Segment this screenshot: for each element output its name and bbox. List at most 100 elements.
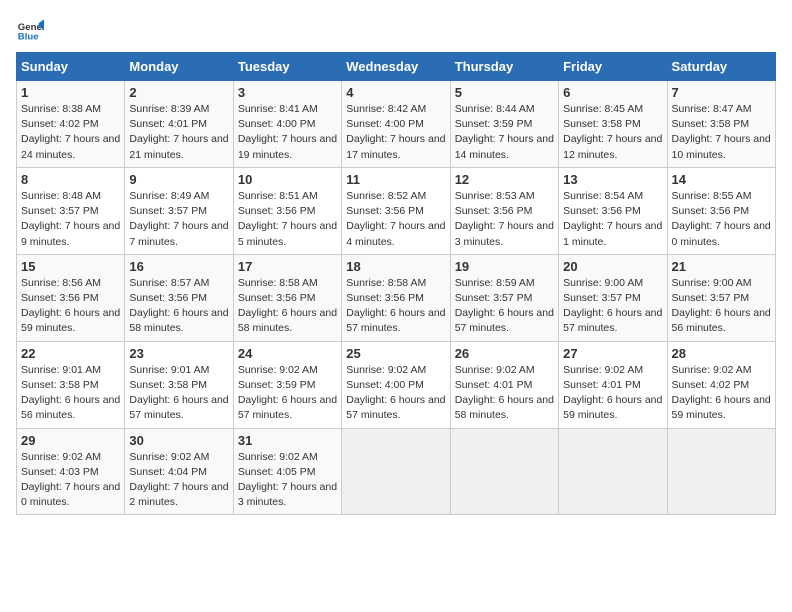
logo: General Blue <box>16 16 44 44</box>
calendar-header-row: SundayMondayTuesdayWednesdayThursdayFrid… <box>17 53 776 81</box>
calendar-cell: 24Sunrise: 9:02 AMSunset: 3:59 PMDayligh… <box>233 341 341 428</box>
day-number: 20 <box>563 259 662 274</box>
day-info: Sunrise: 8:56 AMSunset: 3:56 PMDaylight:… <box>21 276 120 337</box>
day-number: 29 <box>21 433 120 448</box>
day-info: Sunrise: 9:02 AMSunset: 4:04 PMDaylight:… <box>129 450 228 511</box>
day-info: Sunrise: 8:41 AMSunset: 4:00 PMDaylight:… <box>238 102 337 163</box>
page-header: General Blue <box>16 16 776 44</box>
calendar-cell: 25 Sunrise: 9:02 AMSunset: 4:00 PMDayligh… <box>342 341 450 428</box>
calendar-cell: 23 Sunrise: 9:01 AMSunset: 3:58 PMDayligh… <box>125 341 233 428</box>
day-info: Sunrise: 8:42 AMSunset: 4:00 PMDaylight:… <box>346 102 445 163</box>
calendar-cell: 30 Sunrise: 9:02 AMSunset: 4:04 PMDayligh… <box>125 428 233 515</box>
calendar-cell: 27Sunrise: 9:02 AMSunset: 4:01 PMDayligh… <box>559 341 667 428</box>
calendar-cell: 4 Sunrise: 8:42 AMSunset: 4:00 PMDaylight… <box>342 81 450 168</box>
calendar-week-row: 8 Sunrise: 8:48 AMSunset: 3:57 PMDaylight… <box>17 167 776 254</box>
header-tuesday: Tuesday <box>233 53 341 81</box>
calendar-cell: 10 Sunrise: 8:51 AMSunset: 3:56 PMDayligh… <box>233 167 341 254</box>
day-number: 22 <box>21 346 120 361</box>
day-info: Sunrise: 8:38 AMSunset: 4:02 PMDaylight:… <box>21 102 120 163</box>
calendar-cell: 14 Sunrise: 8:55 AMSunset: 3:56 PMDayligh… <box>667 167 775 254</box>
logo-icon: General Blue <box>16 16 44 44</box>
day-number: 3 <box>238 85 337 100</box>
day-info: Sunrise: 9:02 AMSunset: 4:00 PMDaylight:… <box>346 363 445 424</box>
day-info: Sunrise: 9:00 AMSunset: 3:57 PMDaylight:… <box>672 276 771 337</box>
day-number: 18 <box>346 259 445 274</box>
day-info: Sunrise: 8:57 AMSunset: 3:56 PMDaylight:… <box>129 276 228 337</box>
day-number: 5 <box>455 85 554 100</box>
day-info: Sunrise: 8:52 AMSunset: 3:56 PMDaylight:… <box>346 189 445 250</box>
calendar-cell: 20 Sunrise: 9:00 AMSunset: 3:57 PMDayligh… <box>559 254 667 341</box>
calendar-week-row: 15 Sunrise: 8:56 AMSunset: 3:56 PMDayligh… <box>17 254 776 341</box>
day-info: Sunrise: 8:45 AMSunset: 3:58 PMDaylight:… <box>563 102 662 163</box>
day-info: Sunrise: 8:39 AMSunset: 4:01 PMDaylight:… <box>129 102 228 163</box>
day-info: Sunrise: 9:01 AMSunset: 3:58 PMDaylight:… <box>21 363 120 424</box>
day-number: 19 <box>455 259 554 274</box>
day-info: Sunrise: 8:48 AMSunset: 3:57 PMDaylight:… <box>21 189 120 250</box>
calendar-cell: 18 Sunrise: 8:58 AMSunset: 3:56 PMDayligh… <box>342 254 450 341</box>
calendar-cell <box>667 428 775 515</box>
calendar-cell: 19 Sunrise: 8:59 AMSunset: 3:57 PMDayligh… <box>450 254 558 341</box>
calendar-cell: 15 Sunrise: 8:56 AMSunset: 3:56 PMDayligh… <box>17 254 125 341</box>
day-number: 1 <box>21 85 120 100</box>
day-info: Sunrise: 9:02 AMSunset: 4:01 PMDaylight:… <box>455 363 554 424</box>
day-number: 12 <box>455 172 554 187</box>
header-sunday: Sunday <box>17 53 125 81</box>
day-number: 21 <box>672 259 771 274</box>
day-number: 15 <box>21 259 120 274</box>
calendar-cell <box>559 428 667 515</box>
day-info: Sunrise: 8:47 AMSunset: 3:58 PMDaylight:… <box>672 102 771 163</box>
day-info: Sunrise: 9:00 AMSunset: 3:57 PMDaylight:… <box>563 276 662 337</box>
day-info: Sunrise: 9:02 AMSunset: 4:03 PMDaylight:… <box>21 450 120 511</box>
day-number: 11 <box>346 172 445 187</box>
calendar-cell <box>450 428 558 515</box>
calendar-cell: 12 Sunrise: 8:53 AMSunset: 3:56 PMDayligh… <box>450 167 558 254</box>
day-number: 4 <box>346 85 445 100</box>
day-number: 30 <box>129 433 228 448</box>
day-number: 28 <box>672 346 771 361</box>
day-info: Sunrise: 8:49 AMSunset: 3:57 PMDaylight:… <box>129 189 228 250</box>
calendar-cell: 8 Sunrise: 8:48 AMSunset: 3:57 PMDaylight… <box>17 167 125 254</box>
day-info: Sunrise: 8:55 AMSunset: 3:56 PMDaylight:… <box>672 189 771 250</box>
day-number: 9 <box>129 172 228 187</box>
day-info: Sunrise: 8:58 AMSunset: 3:56 PMDaylight:… <box>238 276 337 337</box>
day-number: 23 <box>129 346 228 361</box>
day-info: Sunrise: 8:51 AMSunset: 3:56 PMDaylight:… <box>238 189 337 250</box>
calendar-cell: 1 Sunrise: 8:38 AMSunset: 4:02 PMDaylight… <box>17 81 125 168</box>
calendar-cell: 5 Sunrise: 8:44 AMSunset: 3:59 PMDaylight… <box>450 81 558 168</box>
day-number: 2 <box>129 85 228 100</box>
calendar-week-row: 1 Sunrise: 8:38 AMSunset: 4:02 PMDaylight… <box>17 81 776 168</box>
day-number: 6 <box>563 85 662 100</box>
day-info: Sunrise: 8:53 AMSunset: 3:56 PMDaylight:… <box>455 189 554 250</box>
calendar-cell: 21 Sunrise: 9:00 AMSunset: 3:57 PMDayligh… <box>667 254 775 341</box>
day-number: 13 <box>563 172 662 187</box>
day-number: 25 <box>346 346 445 361</box>
day-number: 31 <box>238 433 337 448</box>
day-info: Sunrise: 8:58 AMSunset: 3:56 PMDaylight:… <box>346 276 445 337</box>
header-saturday: Saturday <box>667 53 775 81</box>
calendar-cell: 16 Sunrise: 8:57 AMSunset: 3:56 PMDayligh… <box>125 254 233 341</box>
calendar-cell: 29 Sunrise: 9:02 AMSunset: 4:03 PMDayligh… <box>17 428 125 515</box>
day-info: Sunrise: 8:54 AMSunset: 3:56 PMDaylight:… <box>563 189 662 250</box>
day-number: 10 <box>238 172 337 187</box>
calendar-cell: 17Sunrise: 8:58 AMSunset: 3:56 PMDayligh… <box>233 254 341 341</box>
calendar-cell: 31Sunrise: 9:02 AMSunset: 4:05 PMDayligh… <box>233 428 341 515</box>
calendar-cell: 13 Sunrise: 8:54 AMSunset: 3:56 PMDayligh… <box>559 167 667 254</box>
day-number: 8 <box>21 172 120 187</box>
day-info: Sunrise: 8:44 AMSunset: 3:59 PMDaylight:… <box>455 102 554 163</box>
calendar-table: SundayMondayTuesdayWednesdayThursdayFrid… <box>16 52 776 515</box>
calendar-cell: 3 Sunrise: 8:41 AMSunset: 4:00 PMDaylight… <box>233 81 341 168</box>
day-info: Sunrise: 9:01 AMSunset: 3:58 PMDaylight:… <box>129 363 228 424</box>
calendar-cell: 6 Sunrise: 8:45 AMSunset: 3:58 PMDaylight… <box>559 81 667 168</box>
calendar-cell <box>342 428 450 515</box>
day-number: 16 <box>129 259 228 274</box>
header-thursday: Thursday <box>450 53 558 81</box>
calendar-cell: 2 Sunrise: 8:39 AMSunset: 4:01 PMDaylight… <box>125 81 233 168</box>
day-info: Sunrise: 9:02 AMSunset: 4:02 PMDaylight:… <box>672 363 771 424</box>
calendar-cell: 9 Sunrise: 8:49 AMSunset: 3:57 PMDaylight… <box>125 167 233 254</box>
calendar-cell: 22 Sunrise: 9:01 AMSunset: 3:58 PMDayligh… <box>17 341 125 428</box>
calendar-cell: 7Sunrise: 8:47 AMSunset: 3:58 PMDaylight… <box>667 81 775 168</box>
calendar-week-row: 22 Sunrise: 9:01 AMSunset: 3:58 PMDayligh… <box>17 341 776 428</box>
day-number: 14 <box>672 172 771 187</box>
calendar-cell: 26Sunrise: 9:02 AMSunset: 4:01 PMDayligh… <box>450 341 558 428</box>
day-info: Sunrise: 8:59 AMSunset: 3:57 PMDaylight:… <box>455 276 554 337</box>
